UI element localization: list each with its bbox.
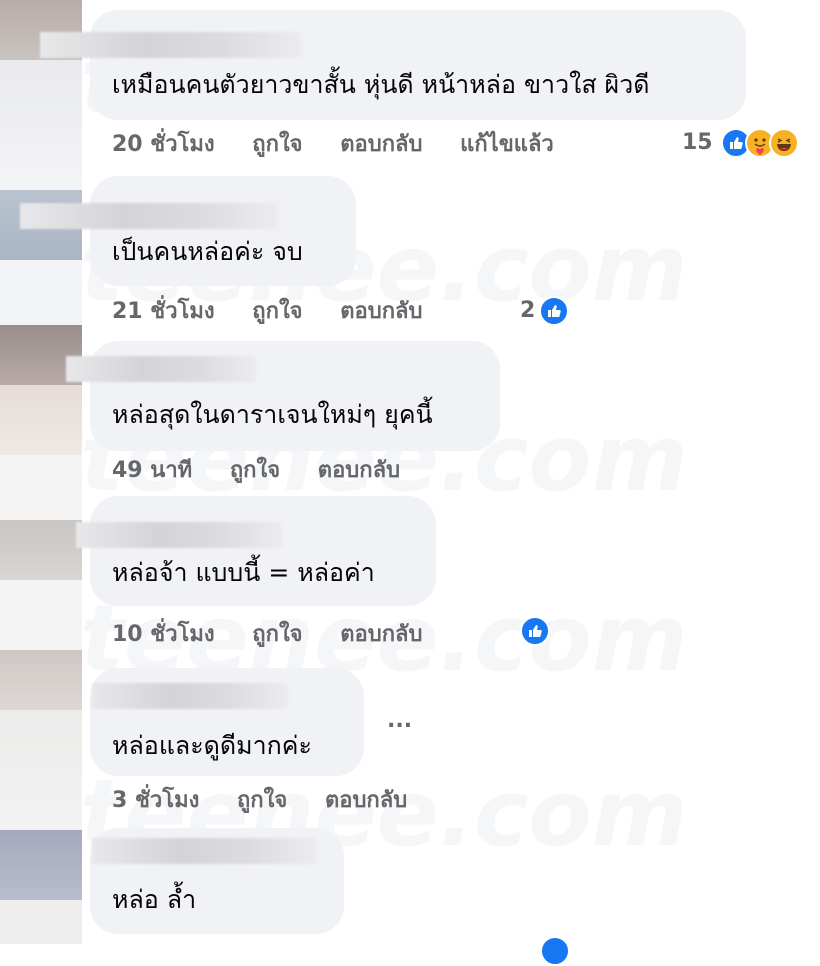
commenter-name[interactable] (92, 683, 288, 709)
comment-text: หล่อ ล้ำ (112, 885, 197, 914)
comment-meta: 3 ชั่วโมง ถูกใจ ตอบกลับ (112, 787, 407, 815)
like-button[interactable]: ถูกใจ (230, 457, 280, 485)
commenter-name[interactable] (20, 203, 278, 229)
reply-button[interactable]: ตอบกลับ (340, 298, 422, 326)
comment-meta: 21 ชั่วโมง ถูกใจ ตอบกลับ (112, 298, 422, 326)
commenter-name[interactable] (40, 32, 302, 58)
like-button[interactable]: ถูกใจ (252, 621, 302, 649)
avatar (0, 900, 82, 944)
comment-text: หล่อและดูดีมากค่ะ (112, 731, 312, 760)
edited-label[interactable]: แก้ไขแล้ว (460, 131, 554, 159)
comment-text: หล่อจ้า แบบนี้ = หล่อค่า (112, 558, 375, 587)
avatar (0, 60, 82, 190)
avatar (0, 710, 82, 830)
comment-time[interactable]: 49 นาที (112, 457, 192, 485)
comment-meta: 20 ชั่วโมง ถูกใจ ตอบกลับ แก้ไขแล้ว (112, 131, 554, 159)
comment-meta: 10 ชั่วโมง ถูกใจ ตอบกลับ (112, 621, 422, 649)
reaction-count: 2 (520, 298, 536, 323)
like-button[interactable]: ถูกใจ (252, 298, 302, 326)
comment-time[interactable]: 21 ชั่วโมง (112, 298, 215, 326)
avatar (0, 385, 82, 455)
like-icon (520, 616, 550, 646)
reply-button[interactable]: ตอบกลับ (340, 621, 422, 649)
reaction-summary[interactable]: 15 (682, 128, 799, 158)
more-options-icon[interactable]: ... (387, 708, 412, 733)
like-button[interactable]: ถูกใจ (237, 787, 287, 815)
avatar[interactable] (0, 650, 82, 710)
reply-button[interactable]: ตอบกลับ (325, 787, 407, 815)
comment-meta: 49 นาที ถูกใจ ตอบกลับ (112, 457, 400, 485)
commenter-name[interactable] (92, 838, 316, 864)
reply-button[interactable]: ตอบกลับ (340, 131, 422, 159)
comment-bubble (90, 176, 356, 286)
like-icon (539, 296, 570, 326)
comment-text: เป็นคนหล่อค่ะ จบ (112, 237, 303, 266)
comment-bubble (90, 10, 746, 120)
avatar[interactable] (0, 830, 82, 900)
avatar (0, 580, 82, 650)
comment-bubble (90, 496, 436, 606)
comment-time[interactable]: 20 ชั่วโมง (112, 131, 215, 159)
avatar (0, 455, 82, 520)
comment-time[interactable]: 3 ชั่วโมง (112, 787, 199, 815)
reaction-count: 15 (682, 130, 713, 155)
comment-time[interactable]: 10 ชั่วโมง (112, 621, 215, 649)
haha-icon (768, 128, 799, 158)
comment-text: เหมือนคนตัวยาวขาสั้น หุ่นดี หน้าหล่อ ขาว… (112, 70, 650, 99)
commenter-name[interactable] (66, 356, 256, 382)
avatar (0, 260, 82, 325)
avatar-strip (0, 0, 82, 944)
like-icon (540, 936, 570, 966)
like-button[interactable]: ถูกใจ (252, 131, 302, 159)
comment-text: หล่อสุดในดาราเจนใหม่ๆ ยุคนี้ (112, 400, 433, 429)
reply-button[interactable]: ตอบกลับ (318, 457, 400, 485)
commenter-name[interactable] (76, 522, 282, 548)
reaction-summary[interactable] (520, 616, 550, 646)
reaction-summary[interactable]: 2 (520, 296, 570, 326)
avatar[interactable] (0, 520, 82, 580)
